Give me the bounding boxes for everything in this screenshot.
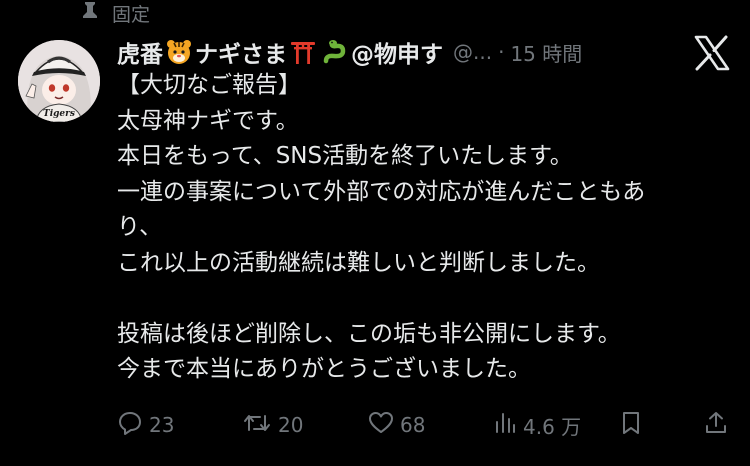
author-handle[interactable]: @... <box>453 40 492 64</box>
share-icon <box>703 410 735 441</box>
separator-dot: · <box>498 40 505 64</box>
body-line: 太母神ナギです。 <box>117 107 299 134</box>
pinned-indicator: 固定 <box>76 0 150 26</box>
views-icon <box>493 410 523 441</box>
like-count: 68 <box>400 413 426 437</box>
body-line: 本日をもって、SNS活動を終了いたします。 <box>117 143 573 169</box>
reply-button[interactable]: 23 <box>117 405 174 445</box>
pin-icon <box>76 0 104 26</box>
retweet-icon <box>242 410 278 441</box>
body-line: 投稿は後ほど削除し、この垢も非公開にします。 <box>117 320 621 347</box>
body-line: り、 <box>117 214 163 240</box>
bookmark-button[interactable] <box>619 405 649 445</box>
avatar[interactable]: Tigers <box>18 40 100 122</box>
x-logo-icon <box>693 35 731 71</box>
author-display-name[interactable]: 虎番 ナギさま @物申す <box>117 35 443 69</box>
body-line: 今まで本当にありがとうございました。 <box>117 356 531 382</box>
share-button[interactable] <box>703 405 735 445</box>
retweet-count: 20 <box>278 413 304 437</box>
tweet-header: 虎番 ナギさま @物申す @... · 15 時間 <box>117 33 677 71</box>
author-name-part3: @物申す <box>351 42 443 68</box>
body-line: 【大切なご報告】 <box>117 72 301 98</box>
bookmark-icon <box>619 410 649 441</box>
author-name-part2: ナギさま <box>195 42 287 68</box>
torii-gate-emoji <box>289 38 317 66</box>
like-icon <box>368 410 400 441</box>
tiger-face-emoji <box>165 38 193 66</box>
retweet-button[interactable]: 20 <box>242 405 303 445</box>
body-line: 一連の事案について外部での対応が進んだこともあ <box>117 178 646 205</box>
timestamp[interactable]: 15 時間 <box>510 38 582 67</box>
reply-icon <box>117 410 149 441</box>
reply-count: 23 <box>149 413 175 437</box>
body-line: これ以上の活動継続は難しいと判断しました。 <box>117 249 600 276</box>
avatar-shirt-text: Tigers <box>43 109 75 119</box>
body-line <box>117 281 727 317</box>
views-count: 4.6 万 <box>523 414 582 439</box>
like-button[interactable]: 68 <box>368 405 425 445</box>
views-button[interactable]: 4.6 万 <box>493 405 581 445</box>
snake-emoji <box>321 38 349 66</box>
pinned-label: 固定 <box>112 3 151 26</box>
tweet-actions: 23 20 68 4.6 万 <box>117 405 732 445</box>
tweet-body: 【大切なご報告】 太母神ナギです。 本日をもって、SNS活動を終了いたします。 … <box>117 68 727 388</box>
author-name-part1: 虎番 <box>117 42 163 68</box>
